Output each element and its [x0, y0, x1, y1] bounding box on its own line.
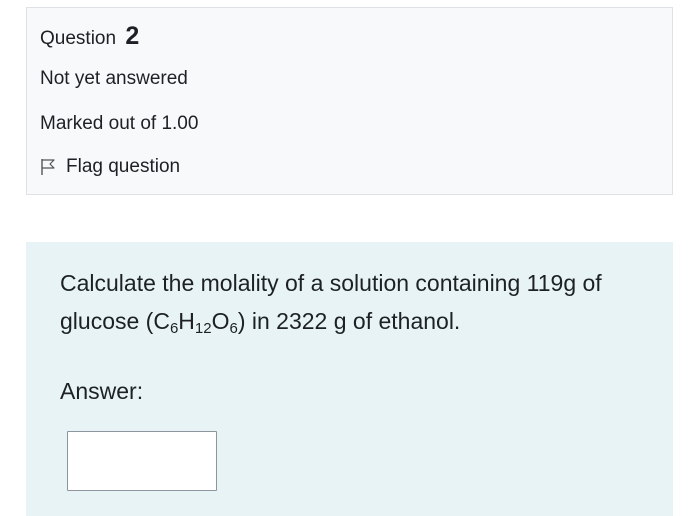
flag-question-label: Flag question	[66, 156, 181, 177]
answer-label: Answer:	[60, 378, 144, 404]
flag-outline-icon	[41, 159, 55, 175]
question-grade: Marked out of 1.00	[40, 113, 199, 134]
question-text: Calculate the molality of a solution con…	[60, 264, 660, 340]
question-label: Question	[40, 28, 117, 49]
subscript-o: 6	[229, 320, 238, 337]
question-text-o: O	[211, 308, 230, 334]
question-info-panel: Question 2 Not yet answered Marked out o…	[26, 7, 673, 195]
question-text-suffix: ) in 2322 g of ethanol.	[237, 308, 461, 334]
question-content-panel: Calculate the molality of a solution con…	[26, 242, 673, 516]
question-number: 2	[125, 22, 140, 50]
subscript-h: 12	[194, 320, 212, 337]
question-state: Not yet answered	[40, 68, 188, 89]
answer-input[interactable]	[67, 431, 217, 491]
question-text-h: H	[178, 308, 195, 334]
question-title: Question 2	[40, 22, 139, 51]
quiz-page: Question 2 Not yet answered Marked out o…	[0, 0, 700, 516]
flag-question-link[interactable]: Flag question	[40, 156, 180, 178]
